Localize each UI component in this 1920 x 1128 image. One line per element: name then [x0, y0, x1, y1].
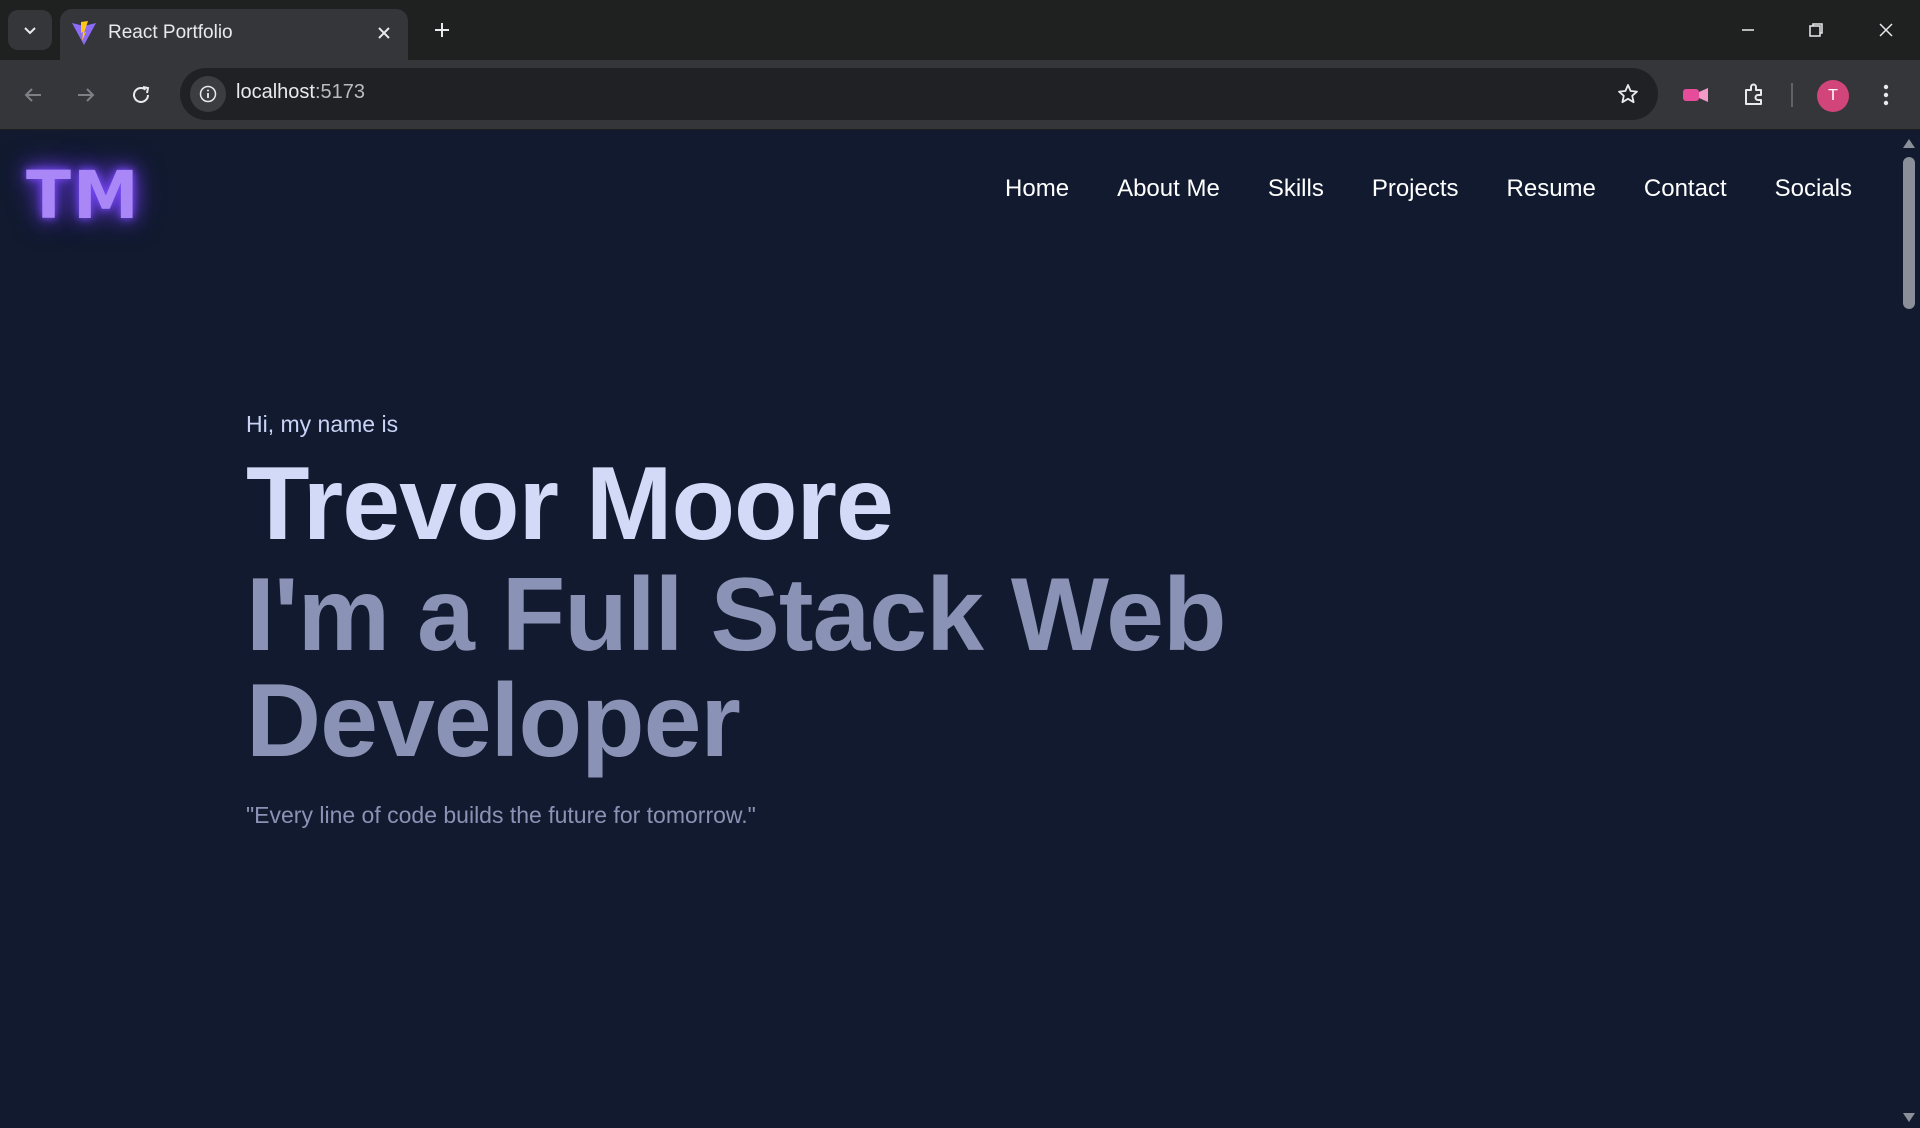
nav-socials[interactable]: Socials — [1775, 175, 1852, 203]
url-port: :5173 — [314, 81, 365, 103]
site-info-icon[interactable] — [190, 76, 226, 112]
nav-skills[interactable]: Skills — [1268, 175, 1324, 203]
url-text: localhost:5173 — [236, 81, 365, 104]
close-tab-icon[interactable] — [370, 19, 398, 47]
nav-home[interactable]: Home — [1005, 175, 1069, 203]
restore-icon — [1809, 23, 1823, 37]
toolbar-divider — [1791, 83, 1793, 107]
tab-title: React Portfolio — [108, 22, 233, 43]
vite-favicon-icon — [72, 21, 96, 45]
hero-greeting: Hi, my name is — [246, 411, 399, 437]
site-logo[interactable]: TM — [26, 163, 141, 229]
hero-name: Trevor Moore — [246, 446, 894, 562]
close-icon — [1879, 23, 1893, 37]
web-page: TM Home About Me Skills Projects Resume … — [0, 131, 1898, 1128]
hero-section: Hi, my name is Trevor Moore I'm a Full S… — [246, 411, 1326, 829]
scroll-up-arrow-icon[interactable] — [1903, 139, 1915, 148]
tab-strip: React Portfolio — [0, 0, 1920, 60]
new-tab-button[interactable] — [422, 10, 462, 50]
hero-role: I'm a Full Stack Web Developer — [246, 557, 1227, 779]
browser-toolbar: localhost:5173 — [0, 60, 1920, 130]
nav-contact[interactable]: Contact — [1644, 175, 1727, 203]
arrow-right-icon — [78, 88, 95, 102]
nav-about-me[interactable]: About Me — [1117, 175, 1220, 203]
reload-icon — [133, 86, 150, 103]
scroll-down-arrow-icon[interactable] — [1903, 1113, 1915, 1122]
browser-tab[interactable]: React Portfolio — [60, 9, 408, 60]
bookmark-star-icon[interactable] — [1612, 78, 1644, 110]
nav-resume[interactable]: Resume — [1507, 175, 1596, 203]
url-host: localhost — [236, 81, 315, 103]
profile-avatar[interactable]: T — [1817, 80, 1849, 112]
address-bar[interactable]: localhost:5173 — [180, 68, 1658, 120]
extensions-puzzle-icon[interactable] — [1734, 75, 1774, 115]
site-nav: Home About Me Skills Projects Resume Con… — [1005, 175, 1852, 203]
back-button[interactable] — [13, 75, 53, 115]
reload-button[interactable] — [121, 75, 161, 115]
close-window-button[interactable] — [1852, 0, 1920, 60]
forward-button[interactable] — [66, 75, 106, 115]
scroll-thumb[interactable] — [1903, 157, 1915, 309]
arrow-left-icon — [24, 88, 41, 102]
minimize-icon — [1742, 29, 1754, 31]
minimize-button[interactable] — [1714, 0, 1782, 60]
chevron-down-icon — [24, 27, 36, 35]
more-menu-icon[interactable] — [1866, 75, 1906, 115]
plus-icon — [435, 23, 449, 37]
nav-projects[interactable]: Projects — [1372, 175, 1459, 203]
page-scrollbar[interactable] — [1898, 131, 1920, 1128]
restore-button[interactable] — [1782, 0, 1850, 60]
tab-search-button[interactable] — [8, 10, 52, 50]
screen-recorder-extension-icon[interactable] — [1676, 75, 1716, 115]
hero-quote: "Every line of code builds the future fo… — [246, 802, 756, 828]
